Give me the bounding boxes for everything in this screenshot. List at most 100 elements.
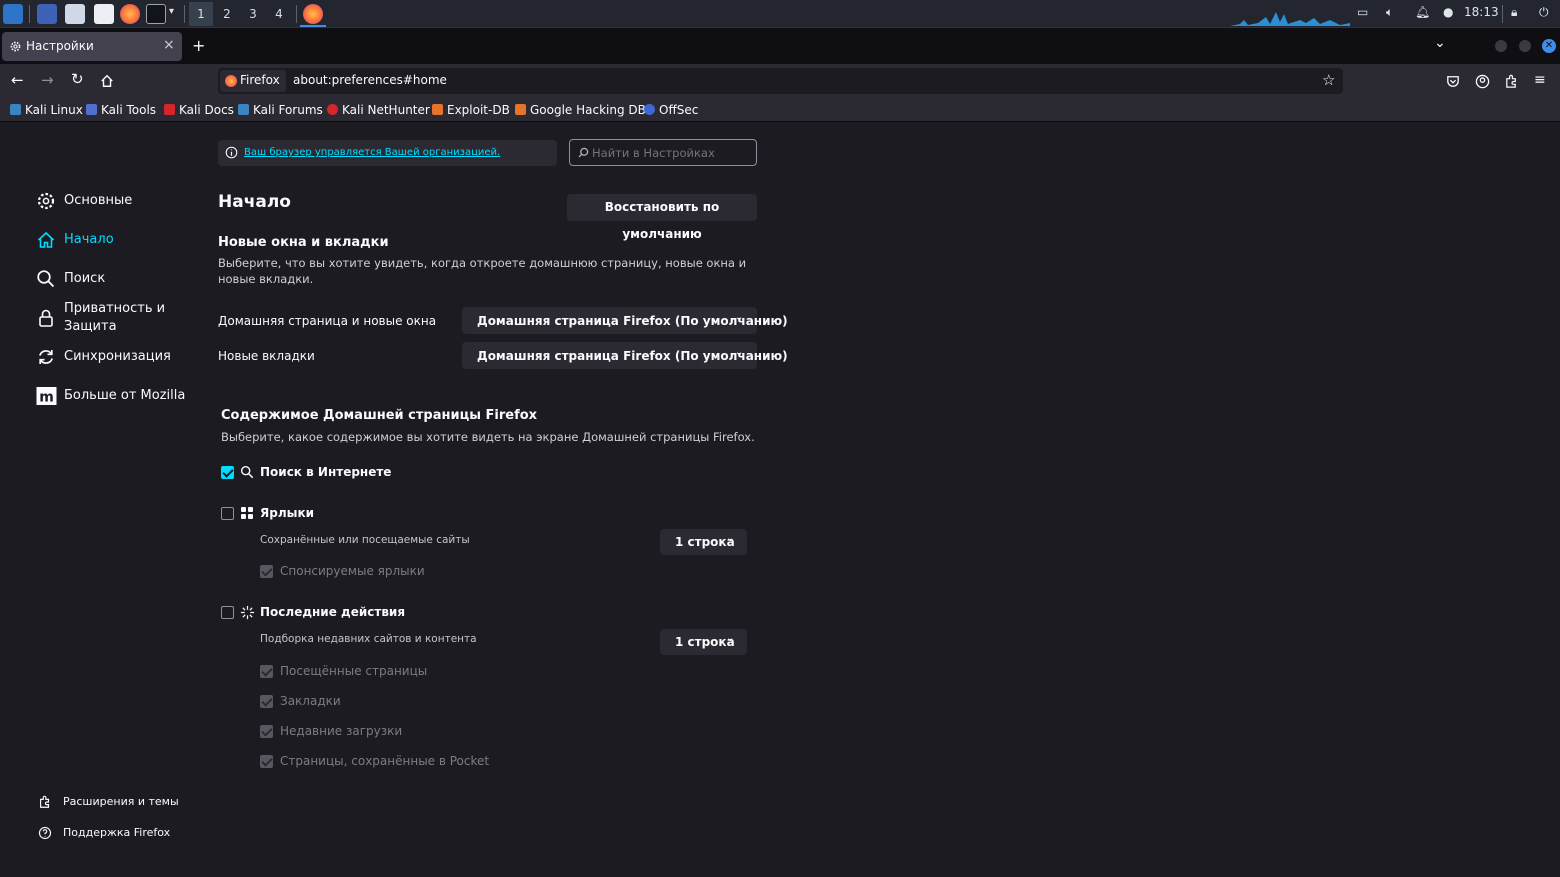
bookmark-label: Kali Linux [25,103,83,117]
firefox-support-label: Поддержка Firefox [63,826,171,839]
shortcuts-checkbox[interactable] [221,507,234,520]
desktop-icon[interactable] [37,4,57,24]
search-input[interactable] [592,143,752,162]
identity-label: Firefox [240,73,280,87]
chevron-down-icon[interactable]: ▾ [169,6,174,17]
new-windows-heading: Новые окна и вкладки [218,235,389,250]
list-all-tabs-icon[interactable]: ⌄ [1434,35,1446,51]
workspace-1[interactable]: 1 [189,2,213,26]
bookmark-item[interactable]: Kali Docs [164,103,234,117]
home-content-heading: Содержимое Домашней страницы Firefox [221,408,538,423]
volume-icon[interactable]: 🔈︎ [1386,5,1393,20]
bookmark-item[interactable]: Exploit-DB [432,103,510,117]
extensions-themes-label: Расширения и темы [63,795,179,808]
policy-link[interactable]: Ваш браузер управляется Вашей организаци… [244,147,500,158]
policy-notice: Ваш браузер управляется Вашей организаци… [218,140,557,166]
shortcuts-rows-select[interactable]: 1 строка ⌄ [660,529,747,555]
bookmark-label: Exploit-DB [447,103,510,117]
recent-rows-select[interactable]: 1 строка ⌄ [660,629,747,655]
maximize-button[interactable] [1519,40,1531,52]
sidebar-item-label: Поиск [64,271,106,286]
recent-activity-checkbox[interactable] [221,606,234,619]
tab-title: Настройки [26,39,94,53]
workspace-2[interactable]: 2 [215,2,239,26]
recent-activity-description: Подборка недавних сайтов и контента [260,633,477,645]
url-text[interactable]: about:preferences#home [293,73,447,87]
chevron-down-icon: ⌄ [726,633,735,644]
lock-screen-icon[interactable]: 🔒︎ [1511,5,1517,20]
minimize-button[interactable] [1495,40,1507,52]
file-manager-icon[interactable] [65,4,85,24]
newtabs-select[interactable]: Домашняя страница Firefox (По умолчанию)… [462,342,788,369]
sidebar-item-label: Больше от Mozilla [64,388,186,403]
firefox-support-link[interactable]: Поддержка Firefox [38,826,188,842]
recent-downloads-label: Недавние загрузки [280,724,403,738]
visited-pages-checkbox[interactable] [260,665,273,678]
tab-settings[interactable]: Настройки × [2,32,182,61]
google-hacking-db-favicon-icon [515,104,526,115]
sidebar-item-search[interactable]: Поиск [36,269,186,289]
terminal-icon[interactable] [146,4,166,24]
sponsored-shortcuts-checkbox[interactable] [260,565,273,578]
pocket-icon[interactable] [1446,75,1460,88]
reload-icon[interactable]: ↻ [71,70,84,88]
bookmarks-checkbox[interactable] [260,695,273,708]
identity-box[interactable]: Firefox [220,70,286,92]
sidebar-item-privacy[interactable]: Приватность и Защита [36,300,186,336]
notification-bell-icon[interactable]: 🔔︎ [1415,5,1430,19]
web-search-checkbox[interactable] [221,466,234,479]
forward-arrow-icon[interactable]: → [41,71,54,89]
gear-icon [37,192,55,210]
text-editor-icon[interactable] [94,4,114,24]
sidebar-item-general[interactable]: Основные [36,191,186,211]
sparkle-icon [240,605,255,620]
hamburger-menu-icon[interactable]: ≡ [1534,72,1546,88]
logout-icon[interactable]: ⏻ [1539,5,1549,20]
pocket-saved-label: Страницы, сохранённые в Pocket [280,754,490,768]
search-icon [37,270,55,288]
url-bar[interactable]: Firefox about:preferences#home ☆ [218,68,1343,94]
search-icon [240,465,254,479]
extensions-icon[interactable] [1504,74,1519,89]
bookmark-item[interactable]: Kali Tools [86,103,156,117]
sidebar-item-label: Начало [64,232,114,247]
close-icon[interactable]: × [163,37,175,53]
workspace-4[interactable]: 4 [267,2,291,26]
bookmark-item[interactable]: Kali Forums [238,103,323,117]
sidebar-item-sync[interactable]: Синхронизация [36,347,186,367]
kali-linux-favicon-icon [10,104,21,115]
clock[interactable]: 18:13 [1464,5,1499,19]
display-icon[interactable]: ▭ [1357,5,1368,19]
firefox-window-icon[interactable] [303,4,323,24]
network-activity-graph [1230,12,1350,26]
kali-docs-favicon-icon [164,104,175,115]
recent-downloads-checkbox[interactable] [260,725,273,738]
bookmark-item[interactable]: Kali Linux [10,103,83,117]
back-arrow-icon[interactable]: ← [11,71,24,89]
sidebar-item-more-from-mozilla[interactable]: m Больше от Mozilla [36,386,186,406]
mozilla-icon: m [36,387,57,406]
web-search-label: Поиск в Интернете [260,465,392,479]
new-tab-button[interactable]: + [192,36,205,55]
home-button-icon[interactable] [100,74,114,88]
sidebar-item-home[interactable]: Начало [36,230,186,250]
bookmark-item[interactable]: OffSec [644,103,698,117]
settings-search-box[interactable] [569,139,757,166]
bookmark-item[interactable]: Google Hacking DB [515,103,646,117]
pocket-saved-checkbox[interactable] [260,755,273,768]
kali-menu-icon[interactable] [3,4,23,24]
tab-strip: Настройки × + ⌄ ✕ [0,28,1560,64]
account-icon[interactable] [1475,74,1490,89]
taskbar-separator [29,5,30,23]
restore-defaults-button[interactable]: Восстановить по умолчанию [567,194,757,241]
firefox-launcher-icon[interactable] [120,4,140,24]
close-window-button[interactable]: ✕ [1542,39,1556,53]
extensions-themes-link[interactable]: Расширения и темы [38,795,188,811]
bookmark-label: Google Hacking DB [530,103,646,117]
sidebar-item-label: Приватность и Защита [64,301,166,334]
homepage-select[interactable]: Домашняя страница Firefox (По умолчанию)… [462,307,788,334]
bookmark-star-icon[interactable]: ☆ [1322,71,1335,89]
workspace-3[interactable]: 3 [241,2,265,26]
bookmark-item[interactable]: Kali NetHunter [327,103,430,117]
visited-pages-label: Посещённые страницы [280,664,428,678]
